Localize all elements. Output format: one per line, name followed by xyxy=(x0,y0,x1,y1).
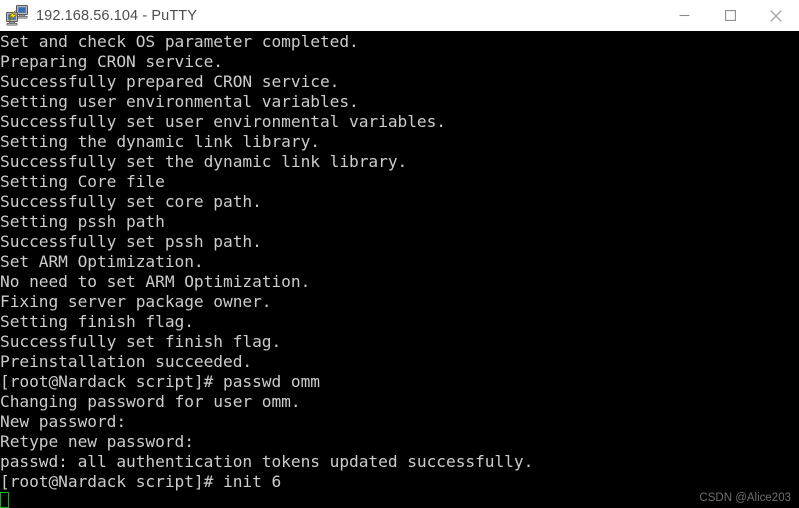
terminal-line: Setting pssh path xyxy=(0,212,165,231)
terminal-line: Setting user environmental variables. xyxy=(0,92,359,111)
terminal-line: Fixing server package owner. xyxy=(0,292,272,311)
terminal-line: New password: xyxy=(0,412,127,431)
terminal-line: Successfully prepared CRON service. xyxy=(0,72,340,91)
terminal-line: Retype new password: xyxy=(0,432,194,451)
terminal-line: Preinstallation succeeded. xyxy=(0,352,253,371)
terminal-line-list: Set and check OS parameter completed. Pre… xyxy=(0,32,799,492)
terminal-line: Successfully set core path. xyxy=(0,192,262,211)
close-button[interactable] xyxy=(753,0,799,31)
terminal-line: Setting finish flag. xyxy=(0,312,194,331)
terminal-line: Successfully set pssh path. xyxy=(0,232,262,251)
watermark-text: CSDN @Alice203 xyxy=(699,492,791,504)
terminal-line: passwd: all authentication tokens update… xyxy=(0,452,534,471)
maximize-button[interactable] xyxy=(707,0,753,31)
terminal-line: Preparing CRON service. xyxy=(0,52,224,71)
minimize-button[interactable] xyxy=(661,0,707,31)
terminal-line: Successfully set user environmental vari… xyxy=(0,112,447,131)
terminal-line: Setting the dynamic link library. xyxy=(0,132,320,151)
terminal-line: [root@Nardack script]# passwd omm xyxy=(0,372,320,391)
window-title-bar[interactable]: 192.168.56.104 - PuTTY xyxy=(0,0,799,31)
close-icon xyxy=(770,9,782,22)
terminal-line: [root@Nardack script]# init 6 xyxy=(0,472,282,491)
terminal-line: Successfully set finish flag. xyxy=(0,332,282,351)
terminal-line: Changing password for user omm. xyxy=(0,392,301,411)
terminal-line: Setting Core file xyxy=(0,172,165,191)
terminal-line: Set and check OS parameter completed. xyxy=(0,32,359,51)
terminal-output-area[interactable]: Set and check OS parameter completed. Pre… xyxy=(0,31,799,508)
terminal-line: Successfully set the dynamic link librar… xyxy=(0,152,408,171)
putty-terminal-window: 192.168.56.104 - PuTTY Set and check OS … xyxy=(0,0,799,508)
terminal-line: Set ARM Optimization. xyxy=(0,252,204,271)
terminal-line: No need to set ARM Optimization. xyxy=(0,272,311,291)
putty-computers-icon xyxy=(6,4,28,25)
terminal-cursor xyxy=(0,492,9,508)
maximize-icon xyxy=(724,10,736,21)
minimize-icon xyxy=(679,14,689,17)
window-title-text: 192.168.56.104 - PuTTY xyxy=(36,7,197,24)
